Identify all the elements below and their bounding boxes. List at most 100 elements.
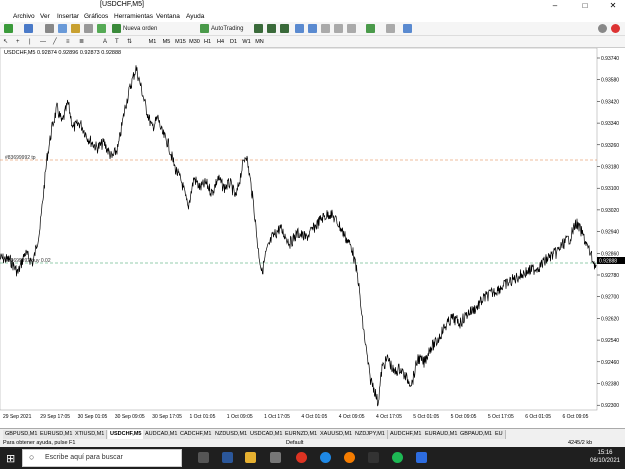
chart-tab[interactable]: CADCHF,M1	[178, 430, 215, 439]
vertical-line-icon[interactable]: |	[29, 37, 31, 47]
menu-archivo[interactable]: Archivo	[13, 13, 35, 20]
arrows-icon[interactable]: ⇅	[127, 37, 132, 47]
metatrader-icon[interactable]	[416, 452, 427, 463]
word-icon[interactable]	[222, 452, 233, 463]
profiles-icon[interactable]	[24, 24, 33, 33]
menu-bar: Archivo Ver Insertar Gráficos Herramient…	[0, 11, 625, 22]
tf-d1[interactable]: D1	[227, 37, 240, 47]
time-tick-label: 1 Oct 09:05	[227, 414, 253, 420]
time-tick-label: 4 Oct 17:05	[376, 414, 402, 420]
chart-tab[interactable]: AUDCAD,M1	[143, 430, 181, 439]
tf-m15[interactable]: M15	[174, 37, 187, 47]
drawing-toolbar: ↖ + | — ╱ ≡ ≣ A T ⇅ M1 M5 M15 M30 H1 H4 …	[0, 36, 625, 48]
time-tick-label: 6 Oct 01:05	[525, 414, 551, 420]
menu-ver[interactable]: Ver	[40, 13, 50, 20]
menu-insertar[interactable]: Insertar	[57, 13, 79, 20]
tester-icon[interactable]	[97, 24, 106, 33]
text-icon[interactable]: A	[103, 37, 107, 47]
autotrading-button[interactable]: AutoTrading	[211, 24, 243, 34]
task-view-icon[interactable]	[198, 452, 209, 463]
chart-tab[interactable]: USDCHF,M5	[108, 430, 145, 439]
taskbar-clock[interactable]: 15:16 06/10/2021	[585, 449, 625, 467]
tf-m5[interactable]: M5	[160, 37, 173, 47]
notification-icon[interactable]	[611, 24, 620, 33]
time-tick-label: 30 Sep 01:05	[78, 414, 108, 420]
search-icon[interactable]	[598, 24, 607, 33]
grid-icon[interactable]	[321, 24, 330, 33]
price-tick-label: 0.93740	[601, 56, 619, 62]
price-chart[interactable]: 0.93740 0.93580 0.93420 0.93340 0.93260 0.931…	[0, 48, 625, 420]
chart-tab[interactable]: EURAUD,M1	[423, 430, 461, 439]
chart-tab[interactable]: XTIUSD,M1	[73, 430, 108, 439]
zoom-out-icon[interactable]	[308, 24, 317, 33]
zoom-in-icon[interactable]	[295, 24, 304, 33]
autoscroll-icon[interactable]	[334, 24, 343, 33]
chart-tab[interactable]: XAUUSD,M1	[318, 430, 356, 439]
autotrading-icon	[200, 24, 209, 33]
opera-icon[interactable]	[296, 452, 307, 463]
label-icon[interactable]: T	[115, 37, 119, 47]
tf-h4[interactable]: H4	[214, 37, 227, 47]
chart-tab[interactable]: EURUSD,M1	[38, 430, 76, 439]
fibonacci-icon[interactable]: ≣	[79, 37, 84, 47]
chart-tab[interactable]: USDCAD,M1	[248, 430, 286, 439]
cursor-icon[interactable]: ↖	[3, 37, 8, 47]
new-order-button[interactable]: Nueva orden	[123, 24, 157, 34]
price-tick-label: 0.93580	[601, 78, 619, 84]
maximize-icon[interactable]: □	[575, 0, 595, 11]
chart-tab[interactable]: GBPAUD,M1	[458, 430, 495, 439]
tf-m30[interactable]: M30	[188, 37, 201, 47]
menu-ventana[interactable]: Ventana	[156, 13, 180, 20]
tf-h1[interactable]: H1	[201, 37, 214, 47]
data-window-icon[interactable]	[58, 24, 67, 33]
chart-tab[interactable]: AUDCHF,M1	[388, 430, 425, 439]
chart-tab[interactable]: NZDJPY,M1	[353, 430, 388, 439]
minimize-icon[interactable]: –	[545, 0, 565, 11]
price-tick-label: 0.93420	[601, 99, 619, 105]
templates-icon[interactable]	[403, 24, 412, 33]
new-chart-icon[interactable]	[4, 24, 13, 33]
menu-herramientas[interactable]: Herramientas	[114, 13, 153, 20]
tf-mn[interactable]: MN	[253, 37, 266, 47]
channel-icon[interactable]: ≡	[66, 37, 70, 47]
indicators-icon[interactable]	[366, 24, 375, 33]
spotify-icon[interactable]	[392, 452, 403, 463]
explorer-icon[interactable]	[245, 452, 256, 463]
close-icon[interactable]: ✕	[603, 0, 623, 11]
chart-tab[interactable]: EU	[493, 430, 506, 439]
price-tick-label: 0.93260	[601, 143, 619, 149]
tf-m1[interactable]: M1	[146, 37, 159, 47]
chart-info-label: USDCHF,M5 0.92874 0.92896 0.92873 0.9288…	[4, 50, 122, 56]
horizontal-line-icon[interactable]: —	[40, 37, 46, 47]
time-tick-label: 5 Oct 17:05	[488, 414, 514, 420]
price-tick-label: 0.92540	[601, 338, 619, 344]
price-tick-label: 0.92620	[601, 316, 619, 322]
app-icon[interactable]	[368, 452, 379, 463]
chart-tab[interactable]: NZDUSD,M1	[213, 430, 251, 439]
market-watch-icon[interactable]	[45, 24, 54, 33]
chart-tab[interactable]: EURNZD,M1	[283, 430, 321, 439]
price-tick-label: 0.92460	[601, 360, 619, 366]
search-magnifier-icon: ○	[29, 452, 35, 462]
trendline-icon[interactable]: ╱	[53, 37, 57, 47]
taskbar-search[interactable]: ○ Escribe aquí para buscar	[22, 449, 182, 467]
terminal-icon[interactable]	[84, 24, 93, 33]
tf-w1[interactable]: W1	[240, 37, 253, 47]
chart-tab[interactable]: GBPUSD,M1	[3, 430, 41, 439]
chart-tabs: GBPUSD,M1 EURUSD,M1 XTIUSD,M1 USDCHF,M5 AUDC…	[0, 428, 625, 439]
mail-icon[interactable]	[270, 452, 281, 463]
bar-chart-icon[interactable]	[254, 24, 263, 33]
firefox-icon[interactable]	[344, 452, 355, 463]
menu-ayuda[interactable]: Ayuda	[186, 13, 204, 20]
line-chart-icon[interactable]	[280, 24, 289, 33]
edge-icon[interactable]	[320, 452, 331, 463]
time-tick-label: 1 Oct 17:05	[264, 414, 290, 420]
periods-icon[interactable]	[386, 24, 395, 33]
windows-start-icon[interactable]: ⊞	[6, 452, 15, 465]
chart-shift-icon[interactable]	[347, 24, 356, 33]
crosshair-icon[interactable]: +	[16, 37, 20, 47]
menu-graficos[interactable]: Gráficos	[84, 13, 108, 20]
time-tick-label: 4 Oct 09:05	[339, 414, 365, 420]
navigator-icon[interactable]	[71, 24, 80, 33]
candlestick-icon[interactable]	[267, 24, 276, 33]
